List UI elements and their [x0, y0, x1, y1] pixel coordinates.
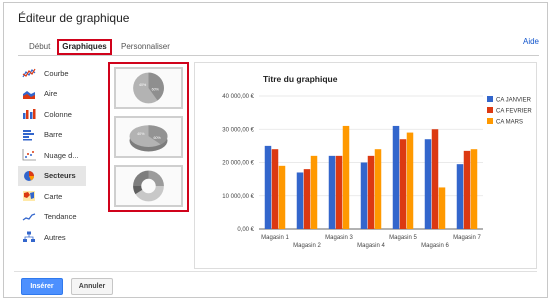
sidebar-item-carte[interactable]: Carte — [18, 186, 86, 207]
bar-3-5 — [406, 132, 414, 229]
bar-1-3 — [328, 155, 336, 229]
x-tick-label: Magasin 4 — [357, 243, 385, 249]
bar-1-7 — [456, 164, 464, 229]
other-chart-icon — [22, 231, 36, 243]
thumb-pie-label-1: 40% — [139, 83, 147, 87]
sidebar-item-secteurs[interactable]: Secteurs — [18, 165, 86, 186]
tab-debut[interactable]: Début — [29, 39, 50, 55]
bar-2-6 — [431, 129, 439, 229]
sidebar-item-autres[interactable]: Autres — [18, 227, 86, 248]
thumb-pie-label-2: 60% — [152, 88, 160, 92]
bar-1-6 — [424, 139, 432, 229]
legend-label: CA FEVRIER — [496, 109, 532, 115]
sidebar-item-colonne[interactable]: Colonne — [18, 104, 86, 125]
bar-1-5 — [392, 125, 400, 229]
bar-1-1 — [264, 145, 272, 229]
bar-chart-icon — [22, 129, 36, 141]
sidebar-item-label: Barre — [44, 130, 63, 140]
legend-label: CA MARS — [496, 120, 523, 126]
dialog-title: Éditeur de graphique — [18, 11, 130, 25]
bar-3-2 — [310, 155, 318, 229]
bar-2-3 — [335, 155, 343, 229]
pie-chart-icon — [22, 170, 36, 182]
legend-swatch — [487, 107, 493, 113]
x-tick-label: Magasin 6 — [421, 243, 449, 249]
y-tick-label: 10 000,00 € — [222, 194, 254, 200]
bar-1-2 — [296, 172, 304, 229]
legend-label: CA JANVIER — [496, 98, 532, 104]
sidebar-item-barre[interactable]: Barre — [18, 125, 86, 146]
sidebar-item-nuage[interactable]: Nuage d... — [18, 145, 86, 166]
bar-2-1 — [271, 149, 279, 229]
sidebar-item-label: Secteurs — [44, 171, 76, 181]
sidebar-item-tendance[interactable]: Tendance — [18, 207, 86, 228]
chart-preview-panel: Titre du graphique 0,00 € 10 000,00 € 20 00… — [194, 62, 537, 269]
sidebar-item-label: Nuage d... — [44, 150, 79, 160]
bar-2-5 — [399, 139, 407, 229]
sidebar-item-label: Autres — [44, 232, 66, 242]
map-chart-icon — [22, 190, 36, 202]
donut-thumbnail[interactable] — [114, 165, 183, 207]
scatter-chart-icon — [22, 149, 36, 161]
sidebar-item-label: Carte — [44, 191, 63, 201]
trend-chart-icon — [22, 211, 36, 223]
bar-1-4 — [360, 162, 368, 229]
sidebar-item-courbe[interactable]: Courbe — [18, 63, 86, 84]
x-tick-label: Magasin 1 — [261, 235, 289, 241]
chart-title: Titre du graphique — [263, 74, 338, 84]
help-link[interactable]: Aide — [523, 37, 539, 46]
x-tick-label: Magasin 3 — [325, 235, 353, 241]
area-chart-icon — [22, 88, 36, 100]
column-chart-icon — [22, 108, 36, 120]
x-tick-label: Magasin 2 — [293, 243, 321, 249]
chart-type-sidebar: Courbe Aire Colonne Barre Nuage d... Sec… — [18, 63, 86, 248]
sidebar-item-aire[interactable]: Aire — [18, 84, 86, 105]
3d-pie-thumbnail[interactable]: 40% 60% — [114, 116, 183, 158]
bar-3-3 — [342, 125, 350, 229]
tab-divider — [18, 55, 539, 56]
pie-thumbnail[interactable]: 40% 60% — [114, 67, 183, 109]
y-tick-label: 20 000,00 € — [222, 161, 254, 167]
tab-personnaliser[interactable]: Personnaliser — [121, 39, 170, 55]
sidebar-item-label: Courbe — [44, 68, 69, 78]
bar-3-4 — [374, 149, 382, 229]
legend-swatch — [487, 96, 493, 102]
chart-style-thumbnails: 40% 60% 40% 60% — [108, 62, 189, 212]
thumb-3d-label-1: 40% — [137, 132, 145, 136]
bar-2-7 — [463, 150, 471, 229]
sidebar-item-label: Tendance — [44, 212, 77, 222]
bar-2-4 — [367, 155, 375, 229]
cancel-button[interactable]: Annuler — [71, 278, 113, 295]
tab-graphiques[interactable]: Graphiques — [57, 39, 112, 55]
legend-swatch — [487, 118, 493, 124]
footer-divider — [14, 271, 537, 272]
bar-3-1 — [278, 165, 286, 229]
bar-3-6 — [438, 187, 446, 229]
chart-editor-dialog: Éditeur de graphique Aide Début Graphiqu… — [3, 2, 548, 298]
sidebar-item-label: Aire — [44, 89, 58, 99]
bar-2-2 — [303, 169, 311, 229]
x-tick-label: Magasin 7 — [453, 235, 481, 241]
y-tick-label: 30 000,00 € — [222, 127, 254, 133]
line-chart-icon — [22, 67, 36, 79]
bar-3-7 — [470, 149, 478, 229]
chart-preview: Titre du graphique 0,00 € 10 000,00 € 20 00… — [222, 74, 532, 249]
insert-button[interactable]: Insérer — [21, 278, 63, 295]
x-tick-label: Magasin 5 — [389, 235, 417, 241]
thumb-3d-label-2: 60% — [153, 136, 161, 140]
y-tick-label: 40 000,00 € — [222, 94, 254, 100]
sidebar-item-label: Colonne — [44, 109, 72, 119]
y-tick-label: 0,00 € — [237, 227, 254, 233]
